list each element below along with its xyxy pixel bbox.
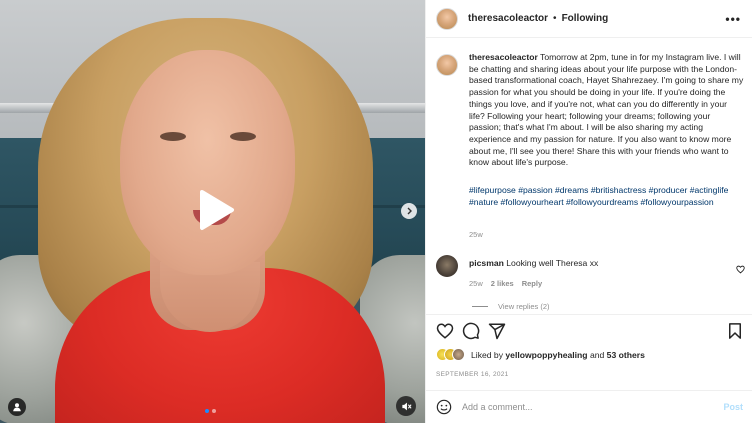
comment-username[interactable]: picsman — [469, 258, 504, 268]
likes-conjunction: and — [589, 349, 605, 360]
likes-text: Liked by yellowpoppyhealing and 53 other… — [471, 350, 645, 360]
liker-avatar[interactable] — [452, 348, 465, 361]
comment-avatar[interactable] — [436, 255, 458, 277]
likes-others[interactable]: 53 others — [607, 350, 645, 360]
action-bar — [426, 318, 752, 344]
comment-meta: 25w 2 likes Reply — [469, 279, 542, 288]
carousel-dot-active — [205, 409, 209, 413]
comment-input[interactable] — [462, 402, 707, 412]
comment-text-block: picsman Looking well Theresa xx — [469, 258, 598, 268]
comment-bubble-icon[interactable] — [462, 322, 480, 340]
replies-divider — [472, 306, 488, 307]
header-separator: • — [553, 13, 557, 24]
likes-summary: Liked by yellowpoppyhealing and 53 other… — [436, 348, 645, 361]
caption-hashtags: #lifepurpose #passion #dreams #britishac… — [469, 185, 744, 208]
hashtag-link[interactable]: #passion — [518, 185, 552, 195]
following-button[interactable]: Following — [562, 13, 609, 24]
reply-button[interactable]: Reply — [522, 279, 542, 288]
comment-likes[interactable]: 2 likes — [491, 279, 514, 288]
post-detail-panel: theresacoleactor • Following ••• theresa… — [425, 0, 752, 423]
chevron-right-icon[interactable] — [401, 203, 417, 219]
emoji-icon[interactable] — [436, 399, 452, 415]
hashtag-link[interactable]: #followyourheart — [501, 197, 564, 207]
heart-icon[interactable] — [736, 261, 745, 279]
caption-text-block: theresacoleactor Tomorrow at 2pm, tune i… — [469, 52, 744, 169]
hashtag-link[interactable]: #nature — [469, 197, 498, 207]
audio-muted-icon[interactable] — [396, 396, 416, 416]
carousel-dot — [212, 409, 216, 413]
like-heart-icon[interactable] — [436, 322, 454, 340]
header-username[interactable]: theresacoleactor — [468, 13, 548, 24]
section-divider — [426, 314, 752, 315]
hashtag-link[interactable]: #britishactress — [591, 185, 646, 195]
post-date[interactable]: SEPTEMBER 16, 2021 — [436, 371, 509, 378]
view-replies-button[interactable]: View replies (2) — [472, 302, 550, 311]
hashtag-link[interactable]: #followyourpassion — [641, 197, 714, 207]
comment-text: Looking well Theresa xx — [506, 258, 599, 268]
hashtag-link[interactable]: #followyourdreams — [566, 197, 638, 207]
hashtag-link[interactable]: #actinglife — [690, 185, 729, 195]
bookmark-icon[interactable] — [726, 322, 744, 340]
play-icon[interactable] — [190, 186, 238, 234]
caption-avatar[interactable] — [436, 54, 458, 76]
user-tag-icon[interactable] — [8, 398, 26, 416]
caption-time: 25w — [469, 230, 483, 239]
post-media-video[interactable] — [0, 0, 425, 423]
comment-time: 25w — [469, 279, 483, 288]
caption-text: Tomorrow at 2pm, tune in for my Instagra… — [469, 52, 744, 168]
more-horizontal-icon[interactable]: ••• — [725, 12, 741, 26]
likes-prefix: Liked by — [471, 349, 504, 360]
avatar[interactable] — [436, 7, 458, 30]
hashtag-link[interactable]: #lifepurpose — [469, 185, 516, 195]
post-header: theresacoleactor • Following ••• — [426, 0, 752, 38]
add-comment-bar: Post — [426, 390, 752, 423]
hashtag-link[interactable]: #dreams — [555, 185, 588, 195]
carousel-dots — [205, 409, 216, 413]
liker-username[interactable]: yellowpoppyhealing — [505, 350, 587, 360]
share-send-icon[interactable] — [488, 322, 506, 340]
hashtag-link[interactable]: #producer — [649, 185, 688, 195]
caption-username[interactable]: theresacoleactor — [469, 52, 538, 62]
view-replies-label: View replies (2) — [498, 302, 550, 311]
post-button[interactable]: Post — [723, 402, 743, 412]
